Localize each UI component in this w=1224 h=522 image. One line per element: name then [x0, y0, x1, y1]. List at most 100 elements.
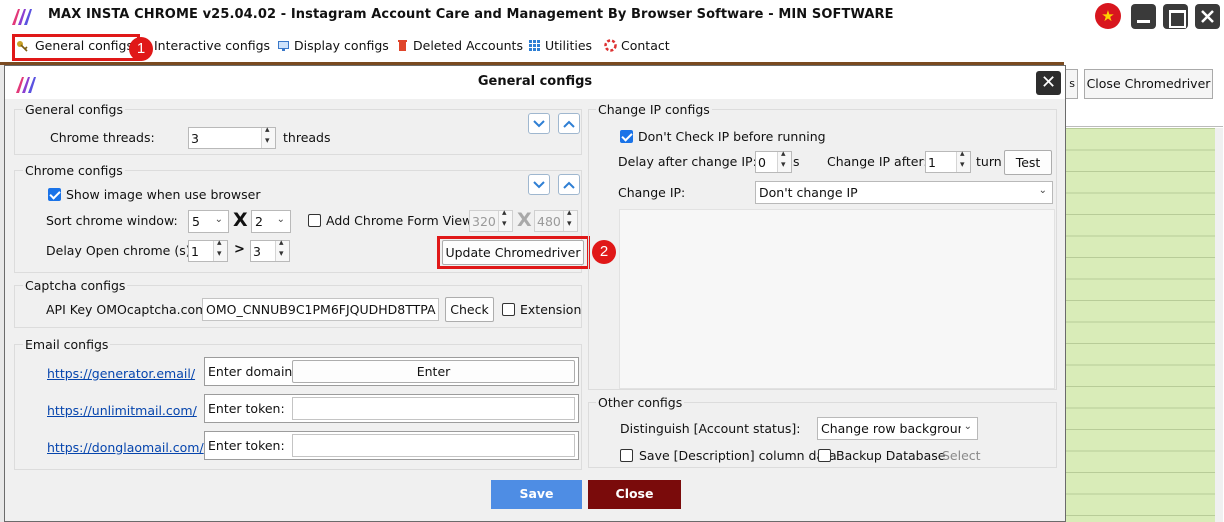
spinner-arrows[interactable] [261, 125, 275, 148]
collapse-down-button[interactable] [528, 113, 550, 134]
sort-window-label: Sort chrome window: [46, 213, 178, 228]
collapse-up-button[interactable] [558, 174, 580, 195]
change-ip-select[interactable]: Don't change IP ⌄ [755, 181, 1053, 204]
distinguish-label: Distinguish [Account status]: [620, 421, 801, 436]
spinner-arrows[interactable] [563, 208, 577, 231]
menu-utilities[interactable]: Utilities [525, 35, 592, 58]
email-row-box: Enter domain: Enter [204, 357, 579, 386]
close-window-button[interactable] [1195, 4, 1220, 29]
sort-cols-value: 5 [192, 214, 200, 229]
email-configs-group: Email configs https://generator.email/ E… [14, 337, 582, 470]
menu-display-configs[interactable]: Display configs [274, 35, 389, 58]
language-flag-icon[interactable]: ★ [1095, 3, 1121, 29]
menu-interactive-configs[interactable]: Interactive configs [134, 35, 270, 58]
menu-deleted-accounts[interactable]: Deleted Accounts [393, 35, 523, 58]
api-key-value: OMO_CNNUB9C1PM6FJQUDHD8TTPAKXF [206, 302, 436, 317]
general-configs-dialog: General configs ✕ General configs Chrome… [4, 65, 1066, 522]
spinner-arrows[interactable] [213, 238, 227, 261]
minimize-button[interactable] [1131, 4, 1156, 29]
close-icon [1201, 10, 1214, 23]
delay-to-spinner[interactable]: 3 [250, 238, 290, 262]
api-key-input[interactable]: OMO_CNNUB9C1PM6FJQUDHD8TTPAKXF [202, 298, 439, 321]
sort-cols-select[interactable]: 5 ⌄ [188, 210, 229, 233]
select-backup-link[interactable]: Select [942, 448, 981, 463]
test-ip-button[interactable]: Test [1004, 150, 1052, 175]
extension-checkbox[interactable] [502, 303, 515, 316]
backup-database-checkbox[interactable] [818, 449, 831, 462]
delay-change-ip-label: Delay after change IP: [618, 154, 757, 169]
close-chromedriver-button[interactable]: Close Chromedriver [1084, 69, 1213, 99]
title-bar: MAX INSTA CHROME v25.04.02 - Instagram A… [0, 0, 1224, 32]
chevron-down-icon: ⌄ [1038, 185, 1047, 196]
form-x-label: X [517, 209, 532, 231]
email-row-box: Enter token: [204, 394, 579, 423]
extension-label: Extension [520, 302, 582, 317]
enter-token-label: Enter token: [208, 401, 285, 416]
check-captcha-button[interactable]: Check [445, 297, 494, 322]
chevron-down-icon: ⌄ [276, 214, 285, 225]
add-form-view-checkbox[interactable] [308, 214, 321, 227]
chevron-up-icon [563, 120, 575, 128]
dialog-close-button[interactable]: ✕ [1036, 71, 1061, 95]
update-chromedriver-button[interactable]: Update Chromedriver [442, 240, 584, 265]
token-input[interactable] [292, 434, 575, 457]
collapse-up-button[interactable] [558, 113, 580, 134]
maximize-button[interactable] [1163, 4, 1188, 29]
change-ip-after-value: 1 [928, 155, 936, 170]
threads-label: Chrome threads: [50, 130, 155, 145]
sort-rows-select[interactable]: 2 ⌄ [251, 210, 291, 233]
spinner-arrows[interactable] [498, 208, 512, 231]
delay-to-value: 3 [253, 244, 261, 259]
spinner-arrows[interactable] [777, 149, 791, 172]
close-button[interactable]: Close [588, 480, 681, 509]
key-icon [17, 41, 28, 52]
menu-label: Deleted Accounts [413, 38, 523, 53]
delay-from-spinner[interactable]: 1 [188, 238, 228, 262]
form-height-spinner[interactable]: 480 [534, 208, 578, 232]
distinguish-value: Change row backgrounc [821, 421, 961, 436]
delay-open-label: Delay Open chrome (s): [46, 243, 195, 258]
email-row-box: Enter token: [204, 431, 579, 460]
dont-check-ip-checkbox[interactable] [620, 130, 633, 143]
chevron-down-icon: ⌄ [963, 421, 972, 432]
enter-domain-button[interactable]: Enter [292, 360, 575, 383]
dialog-title: General configs [477, 74, 593, 89]
api-key-label: API Key OMOcaptcha.com: [46, 302, 212, 317]
distinguish-select[interactable]: Change row backgrounc ⌄ [817, 417, 978, 440]
grid-header [1065, 105, 1223, 127]
change-ip-after-spinner[interactable]: 1 [925, 149, 971, 173]
other-configs-group: Other configs Distinguish [Account statu… [588, 395, 1057, 468]
menu-contact[interactable]: Contact [601, 35, 670, 58]
group-title: Email configs [23, 337, 111, 352]
delay-change-ip-value: 0 [758, 155, 766, 170]
form-height-value: 480 [537, 214, 561, 229]
delay-change-ip-spinner[interactable]: 0 [755, 149, 792, 173]
email-provider-link[interactable]: https://donglaomail.com/ [47, 440, 204, 455]
threads-value: 3 [191, 131, 199, 146]
form-width-value: 320 [472, 214, 496, 229]
email-provider-link[interactable]: https://generator.email/ [47, 366, 195, 381]
form-width-spinner[interactable]: 320 [469, 208, 513, 232]
collapse-down-button[interactable] [528, 174, 550, 195]
grid-scrollbar[interactable] [1215, 128, 1223, 522]
save-button[interactable]: Save [491, 480, 582, 509]
change-ip-label: Change IP: [618, 185, 686, 200]
token-input[interactable] [292, 397, 575, 420]
save-description-label: Save [Description] column data [639, 448, 837, 463]
show-image-checkbox[interactable] [48, 188, 61, 201]
menu-general-configs[interactable]: General configs [12, 34, 140, 61]
grid-rows[interactable] [1065, 128, 1215, 522]
spinner-arrows[interactable] [956, 149, 970, 172]
save-description-checkbox[interactable] [620, 449, 633, 462]
sort-rows-value: 2 [255, 214, 263, 229]
accounts-grid[interactable] [1064, 105, 1224, 522]
threads-spinner[interactable]: 3 [188, 125, 276, 149]
trash-icon [398, 40, 407, 51]
spinner-arrows[interactable] [275, 238, 289, 261]
menu-bar: General configs 1 Interactive configs Di… [0, 32, 1224, 61]
sort-x-label: X [233, 209, 248, 231]
group-title: Chrome configs [23, 163, 125, 178]
email-provider-link[interactable]: https://unlimitmail.com/ [47, 403, 197, 418]
change-ip-value: Don't change IP [759, 185, 858, 200]
change-ip-after-label: Change IP after: [827, 154, 928, 169]
